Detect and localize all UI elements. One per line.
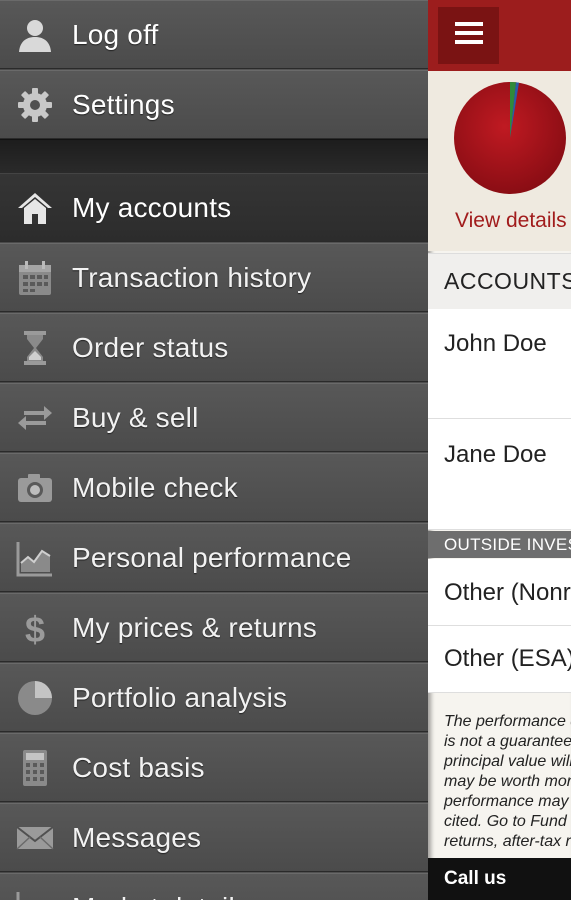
drawer-item-settings[interactable]: Settings — [0, 70, 428, 139]
drawer-item-portfolio-analysis[interactable]: Portfolio analysis — [0, 663, 428, 732]
drawer-item-label: Log off — [72, 18, 159, 50]
drawer-item-label: Messages — [72, 821, 202, 853]
navigation-drawer: Log off Settings My accounts Transaction… — [0, 0, 428, 900]
performance-disclaimer: The performance data shown represents pa… — [444, 712, 571, 852]
app-bar — [428, 0, 571, 71]
menu-button[interactable] — [438, 7, 499, 64]
account-row[interactable]: Jane Doe — [428, 419, 571, 530]
disclaimer-line: may be worth more or less than their ori… — [444, 773, 571, 790]
dollar-icon: $ — [16, 609, 54, 647]
outside-account-row[interactable]: Other (ESA) — [428, 626, 571, 693]
drawer-divider — [0, 139, 428, 174]
account-row[interactable]: John Doe — [428, 309, 571, 419]
drawer-item-my-accounts[interactable]: My accounts — [0, 173, 428, 242]
disclaimer-line: is not a guarantee of future results. In… — [444, 733, 571, 750]
drawer-item-label: Buy & sell — [72, 401, 199, 433]
accounts-screen: View details ACCOUNTS John Doe Jane Doe … — [428, 0, 571, 900]
disclaimer-line: The performance data shown represents pa… — [444, 713, 571, 730]
svg-text:$: $ — [25, 609, 45, 647]
swap-arrows-icon — [16, 399, 54, 437]
disclaimer-line: principal value will fluctuate, so inves… — [444, 753, 571, 770]
envelope-icon — [16, 819, 54, 857]
portfolio-summary: View details — [428, 71, 571, 251]
account-name: John Doe — [444, 330, 547, 357]
disclaimer-line: cited. Go to Fund details for performanc… — [444, 813, 571, 830]
drawer-item-transaction-history[interactable]: Transaction history — [0, 243, 428, 312]
user-icon — [16, 16, 54, 54]
drawer-item-label: Transaction history — [72, 261, 312, 293]
drawer-item-personal-performance[interactable]: Personal performance — [0, 523, 428, 592]
outside-account-name: Other (Nonretirement) — [444, 579, 571, 606]
accounts-section-header: ACCOUNTS — [428, 253, 571, 310]
drawer-item-label: Settings — [72, 88, 175, 120]
drawer-item-my-prices-returns[interactable]: $ My prices & returns — [0, 593, 428, 662]
outside-investments-header: OUTSIDE INVESTMENTS — [428, 531, 571, 558]
camera-icon — [16, 469, 54, 507]
drawer-item-mobile-check[interactable]: Mobile check — [0, 453, 428, 522]
drawer-item-label: Market detail — [72, 892, 235, 900]
line-chart-icon — [16, 889, 54, 900]
disclaimer-line: performance may be lower or higher than … — [444, 793, 571, 810]
drawer-item-label: My prices & returns — [72, 611, 317, 643]
drawer-item-label: Portfolio analysis — [72, 681, 288, 713]
drawer-item-label: My accounts — [72, 191, 232, 223]
calculator-icon — [16, 749, 54, 787]
drawer-item-market-detail[interactable]: Market detail — [0, 873, 428, 900]
account-name: Jane Doe — [444, 441, 547, 468]
drawer-item-cost-basis[interactable]: Cost basis — [0, 733, 428, 802]
drawer-item-messages[interactable]: Messages — [0, 803, 428, 872]
drawer-item-label: Cost basis — [72, 751, 205, 783]
view-details-link[interactable]: View details — [455, 209, 567, 233]
drawer-item-label: Personal performance — [72, 541, 352, 573]
call-us-bar[interactable]: Call us — [428, 858, 571, 900]
disclaimer-line: returns, after-tax returns — [444, 833, 571, 850]
call-us-label: Call us — [444, 868, 507, 889]
outside-account-name: Other (ESA) — [444, 645, 571, 672]
outside-investments-label: OUTSIDE INVESTMENTS — [444, 535, 571, 554]
hourglass-icon — [16, 329, 54, 367]
accounts-header-label: ACCOUNTS — [444, 268, 571, 294]
drawer-item-label: Mobile check — [72, 471, 238, 503]
drawer-item-log-off[interactable]: Log off — [0, 0, 428, 69]
outside-account-row[interactable]: Other (Nonretirement) — [428, 559, 571, 626]
calendar-icon — [16, 259, 54, 297]
gear-icon — [16, 86, 54, 124]
drawer-item-order-status[interactable]: Order status — [0, 313, 428, 382]
drawer-item-label: Order status — [72, 331, 229, 363]
pie-chart-icon — [16, 679, 54, 717]
drawer-item-buy-sell[interactable]: Buy & sell — [0, 383, 428, 452]
home-icon — [16, 189, 54, 227]
hamburger-menu-icon — [454, 21, 484, 50]
area-chart-icon — [16, 539, 54, 577]
portfolio-pie-chart[interactable] — [453, 81, 571, 206]
